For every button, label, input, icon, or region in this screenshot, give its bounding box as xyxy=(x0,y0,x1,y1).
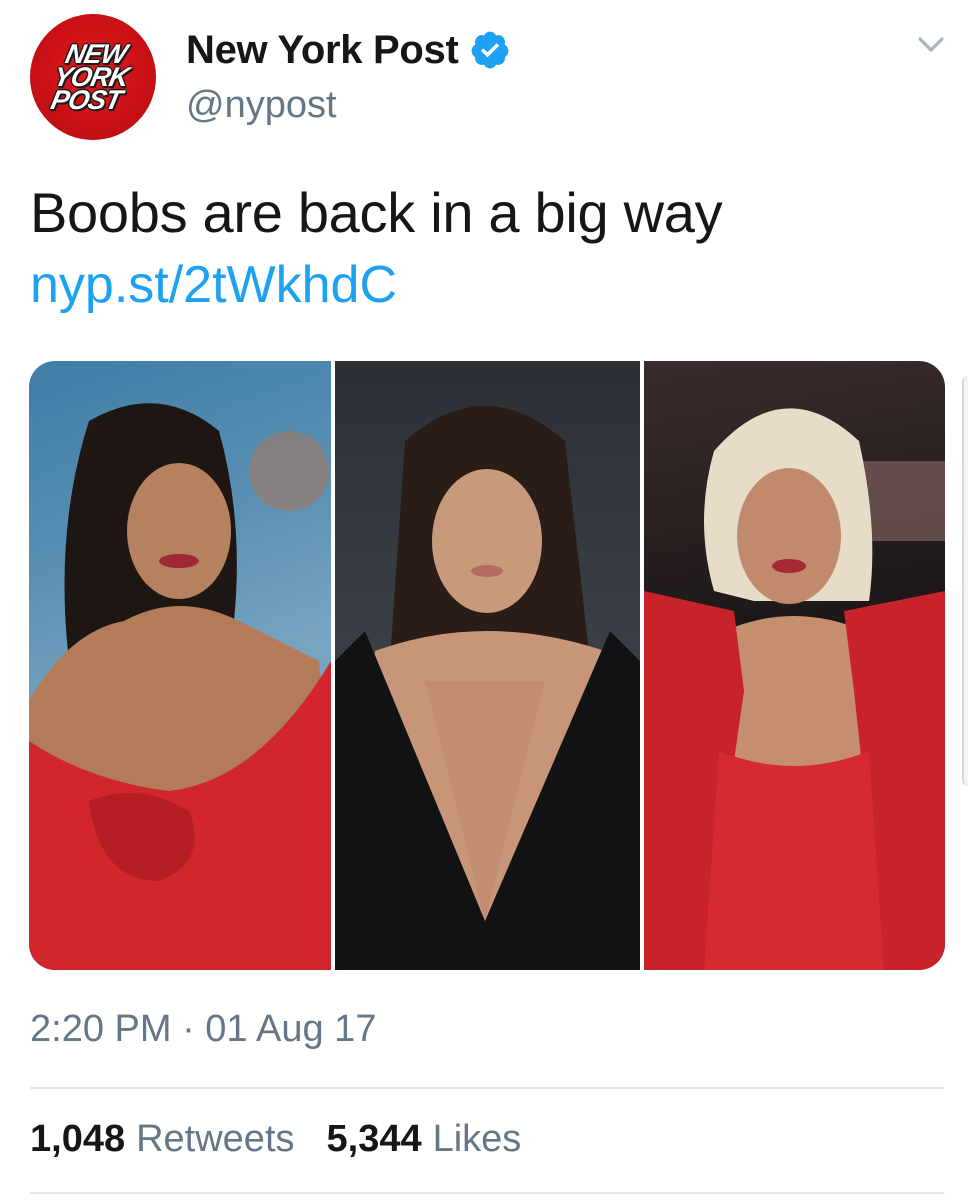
tweet-media[interactable] xyxy=(29,361,945,970)
verified-badge-icon xyxy=(471,31,508,69)
likes-count: 5,344 xyxy=(326,1118,422,1160)
tweet-stats: 1,048 Retweets 5,344 Likes xyxy=(30,1118,553,1161)
divider xyxy=(30,1087,944,1089)
chevron-down-icon[interactable] xyxy=(916,34,946,56)
author-handle[interactable]: @nypost xyxy=(186,84,337,127)
scrollbar[interactable] xyxy=(962,376,968,786)
tweet-text: Boobs are back in a big way xyxy=(30,181,723,244)
retweets-stat[interactable]: 1,048 Retweets xyxy=(30,1118,295,1161)
avatar[interactable]: NEW YORK POST xyxy=(30,14,156,140)
divider xyxy=(30,1192,944,1194)
media-photo-2[interactable] xyxy=(335,361,640,970)
photo-illustration-3 xyxy=(644,408,945,970)
likes-stat[interactable]: 5,344 Likes xyxy=(327,1118,522,1161)
new-york-post-logo: NEW YORK POST xyxy=(48,38,132,115)
display-name[interactable]: New York Post xyxy=(186,28,459,73)
likes-label: Likes xyxy=(432,1118,522,1160)
media-photo-3[interactable] xyxy=(644,361,945,970)
tweet-timestamp: 2:20 PM · 01 Aug 17 xyxy=(30,1008,377,1050)
retweets-label: Retweets xyxy=(136,1118,295,1160)
photo-illustration-2 xyxy=(335,406,640,970)
retweets-count: 1,048 xyxy=(30,1118,126,1160)
tweet-link[interactable]: nyp.st/2tWkhdC xyxy=(30,254,397,316)
photo-illustration-1 xyxy=(29,403,331,970)
tweet-card: NEW YORK POST New York Post @nypost Boob… xyxy=(0,0,968,1200)
media-photo-1[interactable] xyxy=(29,361,331,970)
author-name-row[interactable]: New York Post xyxy=(186,24,511,76)
